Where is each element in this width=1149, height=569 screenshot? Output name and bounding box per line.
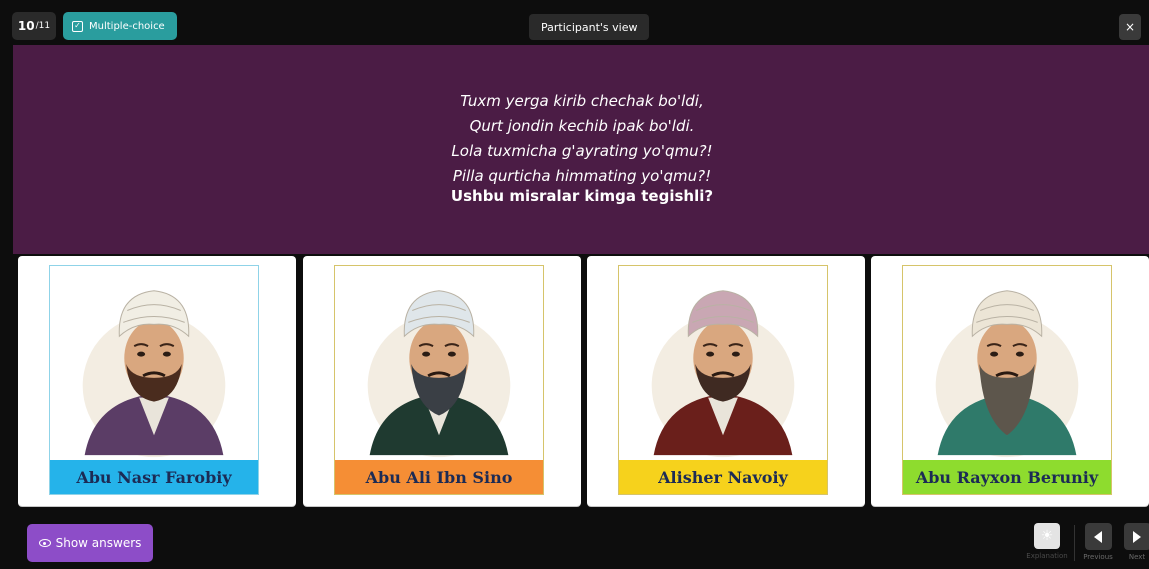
option-portrait-frame: Abu Nasr Farobiy <box>49 265 259 495</box>
option-name-band: Abu Ali Ibn Sino <box>335 460 543 494</box>
triangle-left-icon <box>1094 530 1102 543</box>
portrait-image <box>82 290 226 458</box>
show-answers-label: Show answers <box>55 536 142 550</box>
previous-label: Previous <box>1083 553 1113 561</box>
explanation-label: Explanation <box>1026 552 1068 560</box>
option-name-band: Abu Rayxon Beruniy <box>903 460 1111 494</box>
question-type-badge[interactable]: ✓ Multiple-choice <box>63 12 177 40</box>
show-answers-button[interactable]: Show answers <box>27 524 153 562</box>
eye-shape <box>731 351 740 357</box>
poem-line: Pilla qurticha himmating yo'qmu?! <box>452 167 712 185</box>
option-label: Alisher Navoiy <box>658 467 788 487</box>
poem-line: Qurt jondin kechib ipak bo'ldi. <box>469 117 695 135</box>
eye-shape <box>990 351 999 357</box>
poem-line: Tuxm yerga kirib chechak bo'ldi, <box>460 92 704 110</box>
eye-icon <box>38 539 51 547</box>
eye-shape <box>447 351 456 357</box>
answer-option-3[interactable]: Alisher Navoiy <box>587 256 865 506</box>
explanation-button[interactable]: ☀ <box>1034 523 1060 549</box>
option-label: Abu Rayxon Beruniy <box>915 467 1099 487</box>
eye-shape <box>706 351 715 357</box>
poem-text: Tuxm yerga kirib chechak bo'ldi, Qurt jo… <box>13 89 1149 189</box>
question-type-label: Multiple-choice <box>89 20 165 32</box>
option-portrait-frame: Abu Rayxon Beruniy <box>902 265 1112 495</box>
checkbox-icon: ✓ <box>72 20 83 32</box>
portrait-image <box>651 290 795 458</box>
triangle-right-icon <box>1133 530 1141 543</box>
option-label: Abu Nasr Farobiy <box>76 467 232 487</box>
answer-option-4[interactable]: Abu Rayxon Beruniy <box>871 256 1149 506</box>
next-control[interactable]: Next <box>1117 523 1149 567</box>
nav-divider <box>1074 525 1075 561</box>
option-portrait-frame: Alisher Navoiy <box>618 265 828 495</box>
bottom-bar: Show answers ☀ Explanation Previous Next <box>0 515 1149 569</box>
answer-options: Abu Nasr Farobiy Abu Ali Ibn Sino Alishe… <box>18 256 1149 507</box>
option-label: Abu Ali Ibn Sino <box>365 467 513 487</box>
answer-option-2[interactable]: Abu Ali Ibn Sino <box>303 256 581 506</box>
question-counter: 10/11 <box>12 12 56 40</box>
counter-current: 10 <box>17 19 35 33</box>
eye-shape <box>422 351 431 357</box>
option-name-band: Alisher Navoiy <box>619 460 827 494</box>
presentation-frame: 10/11 ✓ Multiple-choice Participant's vi… <box>0 0 1149 569</box>
option-name-band: Abu Nasr Farobiy <box>50 460 258 494</box>
portrait-image <box>935 290 1079 458</box>
counter-total: /11 <box>35 21 51 31</box>
participant-view-label: Participant's view <box>529 14 650 40</box>
previous-button[interactable] <box>1084 523 1112 550</box>
poem-line: Lola tuxmicha g'ayrating yo'qmu?! <box>451 142 713 160</box>
close-button[interactable]: × <box>1119 14 1141 40</box>
close-icon: × <box>1124 20 1136 34</box>
portrait-image <box>367 290 511 458</box>
next-label: Next <box>1128 553 1146 561</box>
eye-shape <box>162 351 171 357</box>
previous-control[interactable]: Previous <box>1078 523 1118 567</box>
lightbulb-icon: ☀ <box>1040 528 1054 544</box>
eye-shape <box>1015 351 1024 357</box>
next-button[interactable] <box>1123 523 1149 550</box>
question-prompt: Ushbu misralar kimga tegishli? <box>450 187 714 205</box>
top-bar: 10/11 ✓ Multiple-choice Participant's vi… <box>12 12 1141 42</box>
explanation-control[interactable]: ☀ Explanation <box>1026 523 1068 567</box>
answer-option-1[interactable]: Abu Nasr Farobiy <box>18 256 296 506</box>
eye-shape <box>137 351 146 357</box>
option-portrait-frame: Abu Ali Ibn Sino <box>334 265 544 495</box>
question-panel: Tuxm yerga kirib chechak bo'ldi, Qurt jo… <box>13 45 1149 254</box>
